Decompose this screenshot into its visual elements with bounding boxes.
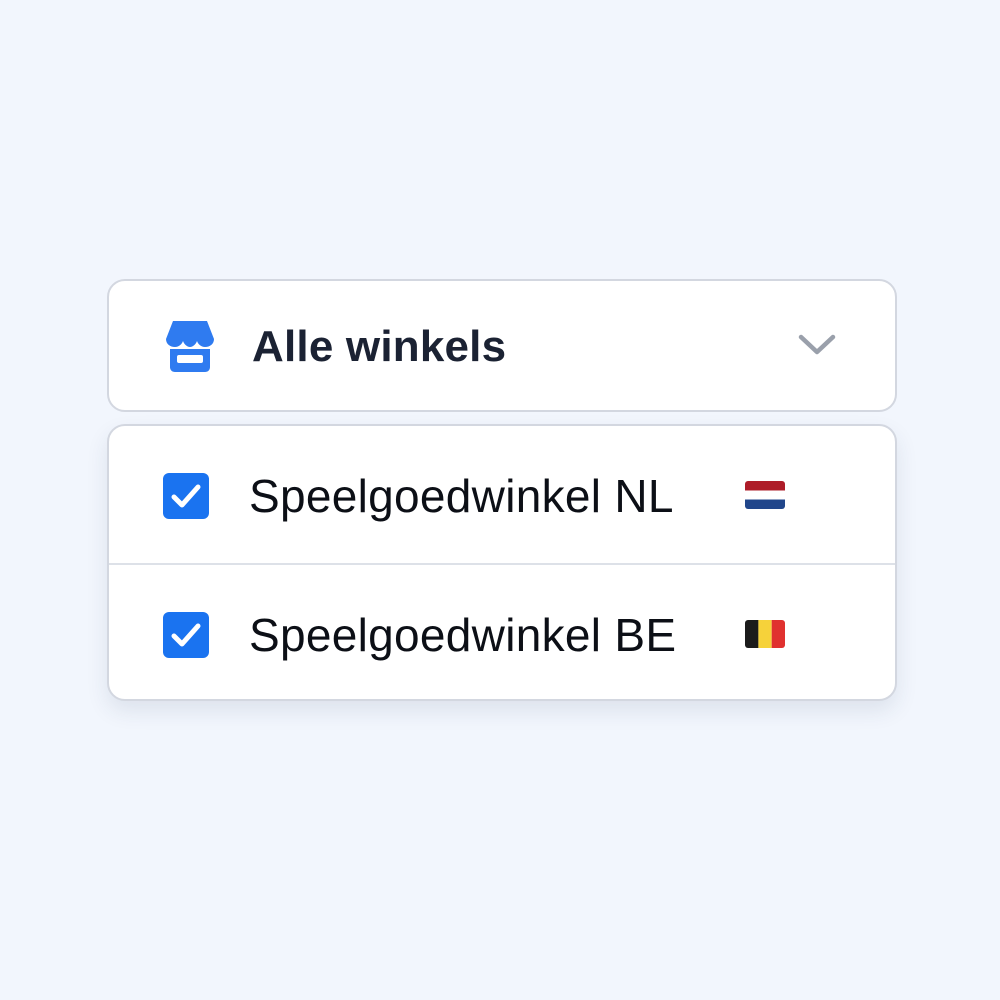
option-speelgoedwinkel-be[interactable]: Speelgoedwinkel BE: [109, 563, 895, 699]
option-speelgoedwinkel-nl[interactable]: Speelgoedwinkel NL: [109, 426, 895, 563]
store-icon: [166, 321, 214, 372]
option-label: Speelgoedwinkel BE: [249, 609, 677, 661]
select-label: Alle winkels: [252, 322, 507, 371]
store-select[interactable]: Alle winkels: [107, 279, 897, 412]
checkbox-be[interactable]: [163, 612, 209, 658]
netherlands-flag-icon: [745, 481, 785, 509]
chevron-down-icon[interactable]: [797, 331, 837, 357]
belgium-flag-icon: [745, 620, 785, 648]
option-label: Speelgoedwinkel NL: [249, 470, 674, 522]
checkmark-icon: [171, 623, 201, 647]
page: Alle winkels Speelgoedwinkel NL Speelgoe…: [0, 0, 1000, 1000]
checkmark-icon: [171, 484, 201, 508]
store-dropdown-list: Speelgoedwinkel NL Speelgoedwinkel BE: [107, 424, 897, 701]
checkbox-nl[interactable]: [163, 473, 209, 519]
